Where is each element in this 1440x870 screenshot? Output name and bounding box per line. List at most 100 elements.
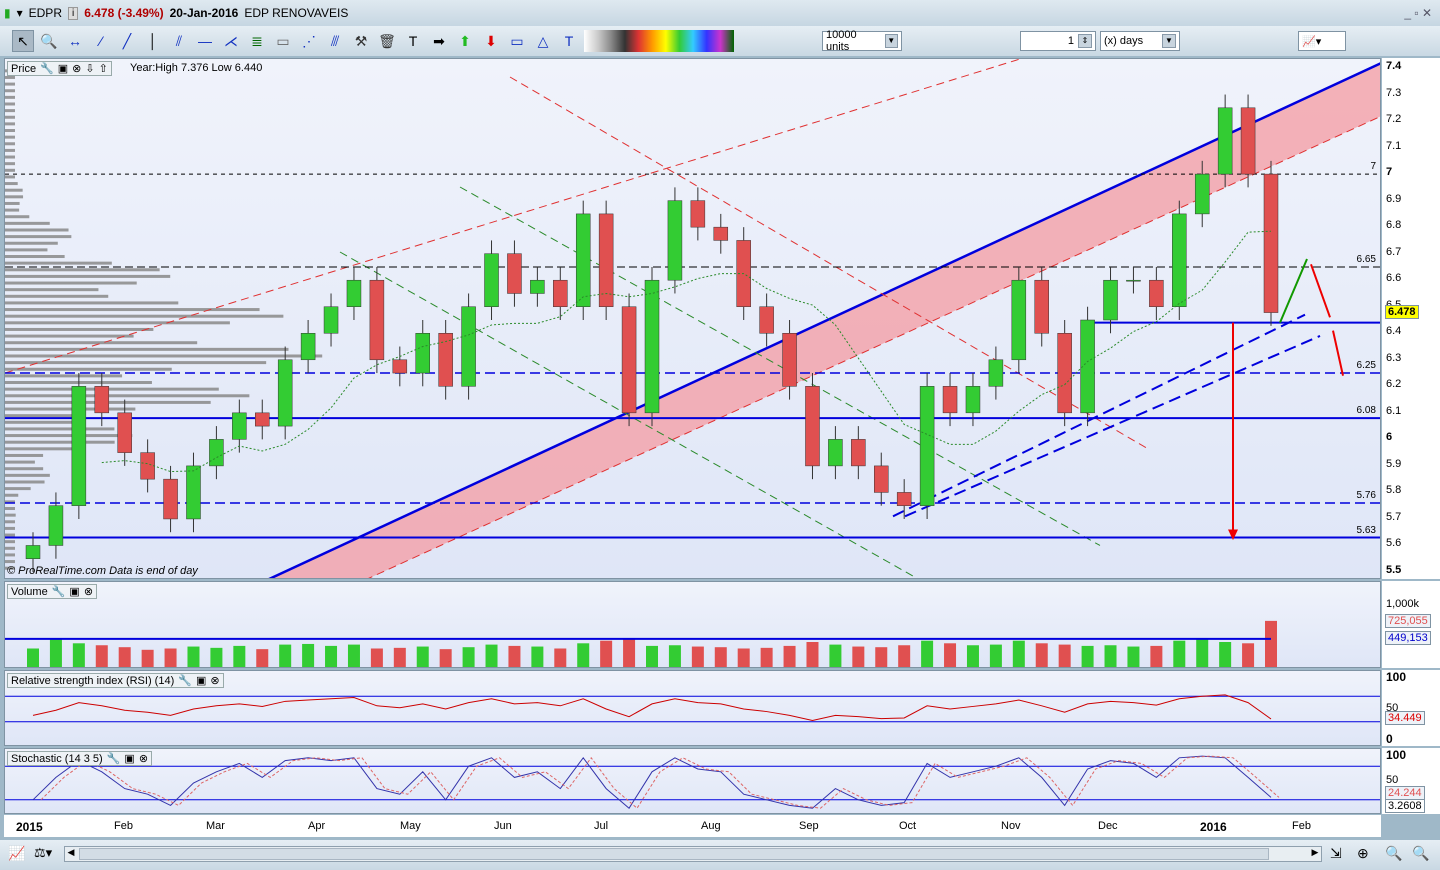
volume-bar bbox=[187, 646, 200, 667]
price-panel-header: Price 🔧 ▣ ⊗ ⇩ ⇧ bbox=[7, 61, 112, 76]
volume-profile-bar bbox=[5, 480, 45, 484]
window-icon[interactable]: ▣ bbox=[196, 674, 206, 687]
arrow-up-icon[interactable]: ⬆ bbox=[454, 30, 476, 52]
color-palette[interactable] bbox=[584, 30, 734, 52]
tick-label: 1,000k bbox=[1386, 598, 1420, 610]
zoom-icon[interactable]: 🔍 bbox=[38, 30, 60, 52]
volume-profile-bar bbox=[5, 274, 171, 278]
window-icon[interactable]: ▣ bbox=[58, 62, 68, 75]
horizontal-line-icon[interactable]: — bbox=[194, 30, 216, 52]
title-bar: ▮ ▾ EDPR i 6.478 (-3.49%) 20-Jan-2016 ED… bbox=[0, 0, 1440, 26]
chevron-down-icon[interactable]: ▼ bbox=[884, 34, 898, 48]
volume-profile-bar bbox=[5, 447, 76, 451]
text-icon[interactable]: T bbox=[402, 30, 424, 52]
support-channel-2 bbox=[904, 334, 1321, 518]
point-icon[interactable]: ⋰ bbox=[298, 30, 320, 52]
close-icon[interactable]: ⊗ bbox=[210, 674, 219, 687]
move-down-icon[interactable]: ⇩ bbox=[85, 62, 94, 75]
ruler-icon[interactable]: ▭ bbox=[272, 30, 294, 52]
volume-profile-bar bbox=[5, 440, 115, 444]
tools-icon[interactable]: ⚒ bbox=[350, 30, 372, 52]
channel-icon[interactable]: ⫽ bbox=[168, 30, 190, 52]
candlestick-icon[interactable]: ▮ bbox=[4, 6, 11, 20]
zoom-out-icon[interactable]: 🔍 bbox=[1385, 845, 1402, 862]
window-controls[interactable]: _ ▫ ✕ bbox=[1404, 6, 1432, 20]
volume-profile-bar bbox=[5, 321, 230, 325]
segment-icon[interactable]: ⁄ bbox=[90, 30, 112, 52]
fan-icon[interactable]: ⋌ bbox=[220, 30, 242, 52]
volume-profile-bar bbox=[5, 102, 15, 106]
stepper-icon[interactable]: ⇕ bbox=[1078, 34, 1092, 48]
units-select[interactable]: 10000 units ▼ bbox=[822, 29, 902, 53]
price-change: 6.478 (-3.49%) bbox=[84, 6, 164, 20]
stochastic-panel[interactable]: Stochastic (14 3 5) 🔧 ▣ ⊗ bbox=[4, 748, 1381, 814]
price-tick: 6.4 bbox=[1386, 325, 1402, 338]
zoom-fit-icon[interactable]: ⊕ bbox=[1357, 845, 1369, 862]
chart-type-icon[interactable]: 📈 bbox=[8, 845, 25, 862]
date-label: Apr bbox=[308, 820, 326, 832]
rsi-panel[interactable]: Relative strength index (RSI) (14) 🔧 ▣ ⊗ bbox=[4, 670, 1381, 746]
panel-title: Stochastic (14 3 5) bbox=[11, 752, 103, 765]
candle bbox=[346, 279, 362, 307]
pointer-icon[interactable]: ↖ bbox=[12, 30, 34, 52]
period-unit-select[interactable]: (x) days ▼ bbox=[1100, 31, 1180, 51]
volume-profile-bar bbox=[5, 553, 15, 557]
chart-style-button[interactable]: 📈▾ bbox=[1298, 31, 1346, 51]
fibonacci-icon[interactable]: ≣ bbox=[246, 30, 268, 52]
window-icon[interactable]: ▣ bbox=[69, 585, 79, 598]
wrench-icon[interactable]: 🔧 bbox=[178, 674, 192, 687]
info-icon[interactable]: i bbox=[67, 6, 79, 20]
volume-bar bbox=[714, 647, 727, 667]
volume-average: 449,153 bbox=[1385, 631, 1431, 645]
price-tick: 7.3 bbox=[1386, 86, 1402, 99]
triangle-icon[interactable]: △ bbox=[532, 30, 554, 52]
volume-bar bbox=[668, 645, 681, 667]
symbol-dropdown-icon[interactable]: ▾ bbox=[17, 6, 23, 20]
wrench-icon[interactable]: 🔧 bbox=[52, 585, 66, 598]
scroll-right-icon[interactable]: ▶ bbox=[1309, 847, 1321, 861]
arrow-right-icon[interactable]: ➡ bbox=[428, 30, 450, 52]
window-icon[interactable]: ▣ bbox=[124, 752, 134, 765]
volume-bar bbox=[783, 645, 796, 667]
wrench-icon[interactable]: 🔧 bbox=[107, 752, 121, 765]
candle bbox=[965, 386, 981, 414]
vertical-line-icon[interactable]: │ bbox=[142, 30, 164, 52]
parallel-icon[interactable]: ⫻ bbox=[324, 30, 346, 52]
compress-icon[interactable]: ⇲ bbox=[1330, 845, 1342, 862]
price-chart[interactable] bbox=[5, 59, 1381, 579]
volume-bar bbox=[1150, 645, 1163, 667]
price-panel[interactable]: Price 🔧 ▣ ⊗ ⇩ ⇧ Year:High 7.376 Low 6.440 © … bbox=[4, 58, 1381, 579]
candle bbox=[415, 333, 430, 374]
multi-chart-icon[interactable]: ⚖▾ bbox=[34, 845, 52, 861]
period-unit-value: (x) days bbox=[1104, 35, 1144, 47]
zoom-in-icon[interactable]: 🔍 bbox=[1412, 845, 1429, 862]
text-box-icon[interactable]: T bbox=[558, 30, 580, 52]
trash-icon[interactable]: 🗑 bbox=[376, 30, 398, 52]
close-icon[interactable]: ⊗ bbox=[139, 752, 148, 765]
volume-bar bbox=[49, 638, 62, 667]
candle bbox=[461, 306, 476, 387]
volume-profile-bar bbox=[5, 288, 99, 292]
volume-profile-bar bbox=[5, 162, 15, 166]
scroll-left-icon[interactable]: ◀ bbox=[65, 847, 77, 861]
close-icon[interactable]: ⊗ bbox=[72, 62, 81, 75]
horizontal-scrollbar[interactable]: ◀ ▶ bbox=[64, 846, 1322, 862]
arrow-down-icon[interactable]: ⬇ bbox=[480, 30, 502, 52]
close-icon[interactable]: ⊗ bbox=[84, 585, 93, 598]
scroll-thumb[interactable] bbox=[79, 848, 1269, 860]
rectangle-icon[interactable]: ▭ bbox=[506, 30, 528, 52]
horizontal-segment-icon[interactable]: ↔ bbox=[64, 30, 86, 52]
volume-bar bbox=[531, 646, 544, 667]
volume-bar bbox=[164, 648, 177, 667]
move-up-icon[interactable]: ⇧ bbox=[99, 62, 108, 75]
period-input[interactable]: 1 ⇕ bbox=[1020, 31, 1096, 51]
date-label: Feb bbox=[1292, 820, 1311, 832]
scroll-bar[interactable]: 📈 ⚖▾ ◀ ▶ ⇲ ⊕ 🔍 🔍 bbox=[0, 840, 1440, 870]
rsi-axis: 100 50 34.449 0 bbox=[1382, 670, 1440, 746]
chevron-down-icon[interactable]: ▼ bbox=[1162, 34, 1176, 48]
price-tick: 5.7 bbox=[1386, 510, 1402, 523]
wrench-icon[interactable]: 🔧 bbox=[40, 62, 54, 75]
volume-panel[interactable]: Volume 🔧 ▣ ⊗ bbox=[4, 581, 1381, 668]
line-icon[interactable]: ╱ bbox=[116, 30, 138, 52]
symbol[interactable]: EDPR bbox=[29, 6, 62, 20]
